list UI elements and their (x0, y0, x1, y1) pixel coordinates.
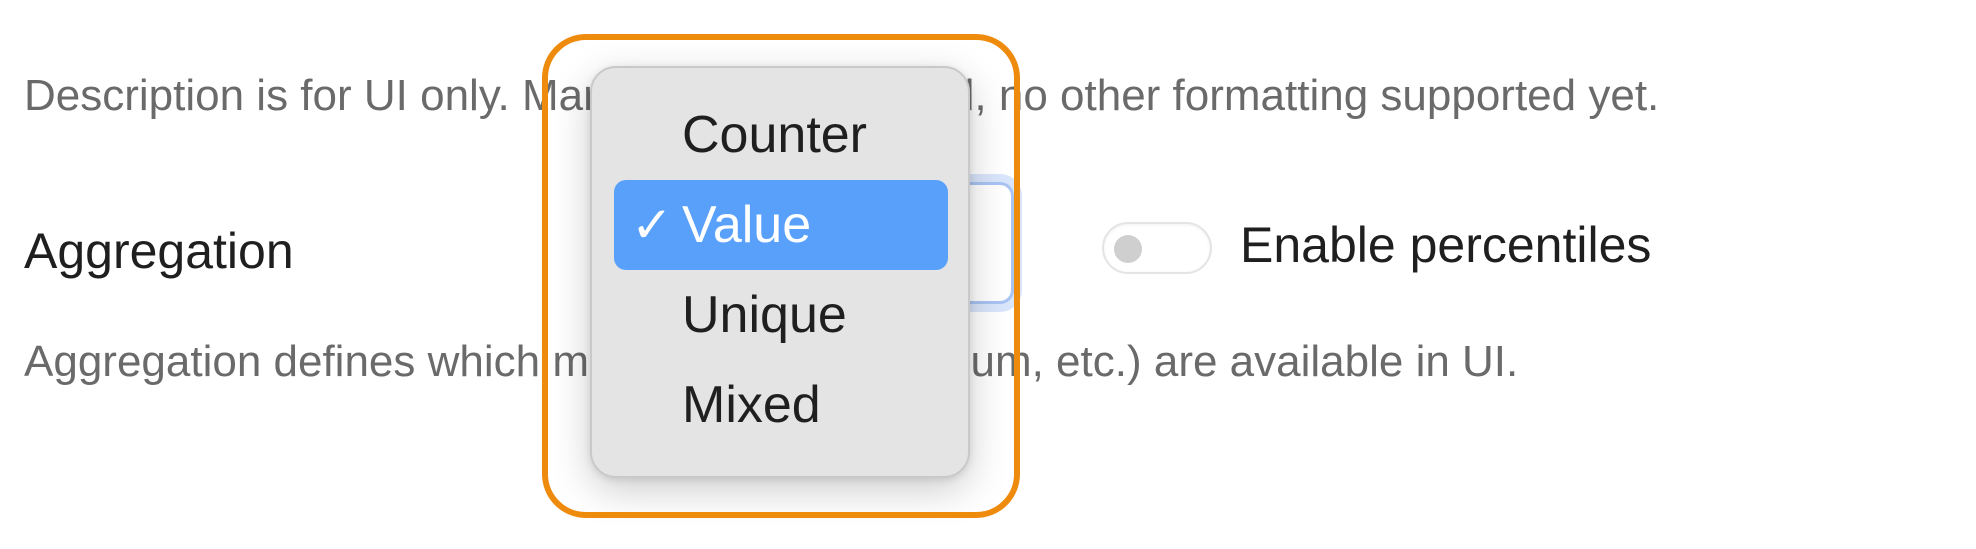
aggregation-label: Aggregation (24, 223, 294, 279)
menu-item-value[interactable]: ✓ Value (614, 180, 948, 270)
menu-item-unique[interactable]: Unique (614, 270, 948, 360)
aggregation-dropdown-menu: Counter ✓ Value Unique Mixed (590, 66, 970, 478)
menu-item-label: Counter (682, 106, 867, 164)
menu-item-counter[interactable]: Counter (614, 90, 948, 180)
checkmark-icon: ✓ (631, 197, 673, 253)
menu-item-label: Value (682, 196, 812, 254)
percentiles-label: Enable percentiles (1240, 217, 1652, 273)
settings-panel: Description is for UI only. Markdown is … (0, 0, 1976, 549)
percentiles-toggle[interactable] (1102, 222, 1212, 274)
menu-item-label: Mixed (682, 376, 821, 434)
menu-item-label: Unique (682, 286, 847, 344)
toggle-knob (1114, 235, 1142, 263)
menu-item-mixed[interactable]: Mixed (614, 360, 948, 450)
